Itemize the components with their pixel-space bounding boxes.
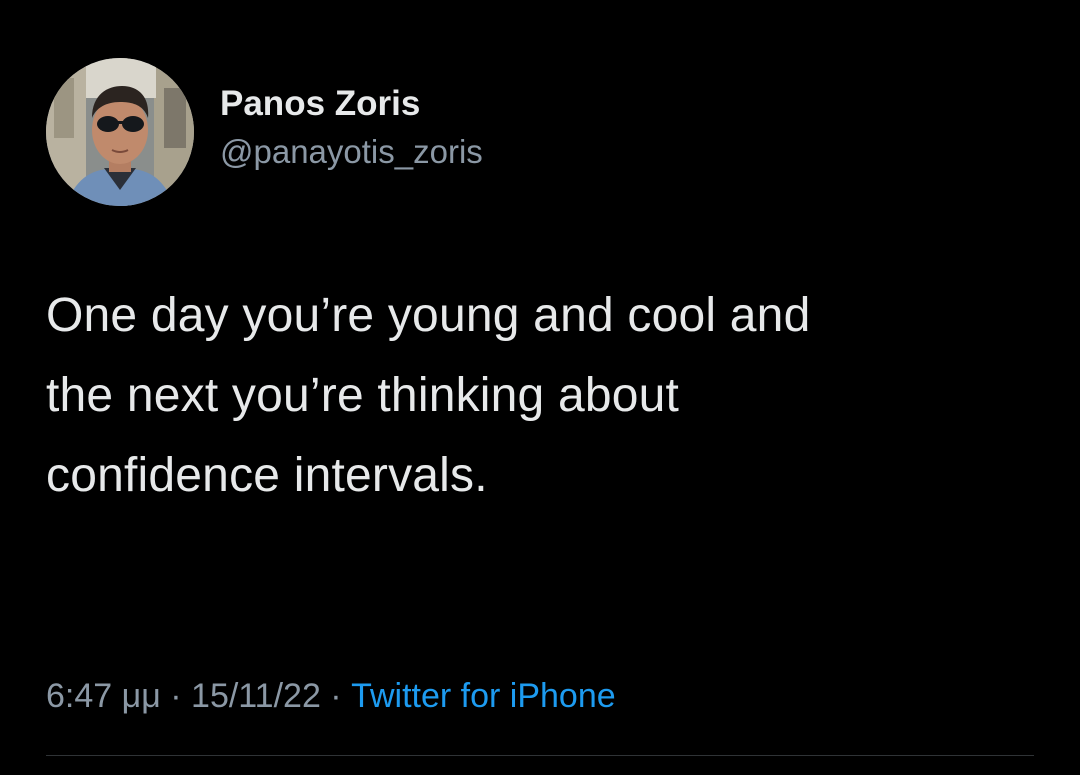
user-handle[interactable]: @panayotis_zoris (220, 130, 483, 174)
meta-separator: · (160, 677, 192, 715)
tweet-metadata: 6:47 μμ · 15/11/22 · Twitter for iPhone (46, 672, 616, 720)
meta-separator: · (320, 677, 352, 715)
tweet-text: One day you’re young and cool and the ne… (46, 289, 811, 502)
tweet-time[interactable]: 6:47 μμ (46, 677, 161, 715)
avatar[interactable] (46, 58, 194, 206)
tweet-source-link[interactable]: Twitter for iPhone (351, 677, 616, 715)
display-name[interactable]: Panos Zoris (220, 82, 483, 126)
tweet-detail: Panos Zoris @panayotis_zoris One day you… (0, 0, 1080, 775)
tweet-date[interactable]: 15/11/22 (191, 677, 321, 715)
divider (46, 755, 1034, 756)
author-names: Panos Zoris @panayotis_zoris (220, 82, 483, 174)
tweet-header: Panos Zoris @panayotis_zoris (46, 58, 483, 206)
avatar-photo (46, 58, 194, 206)
